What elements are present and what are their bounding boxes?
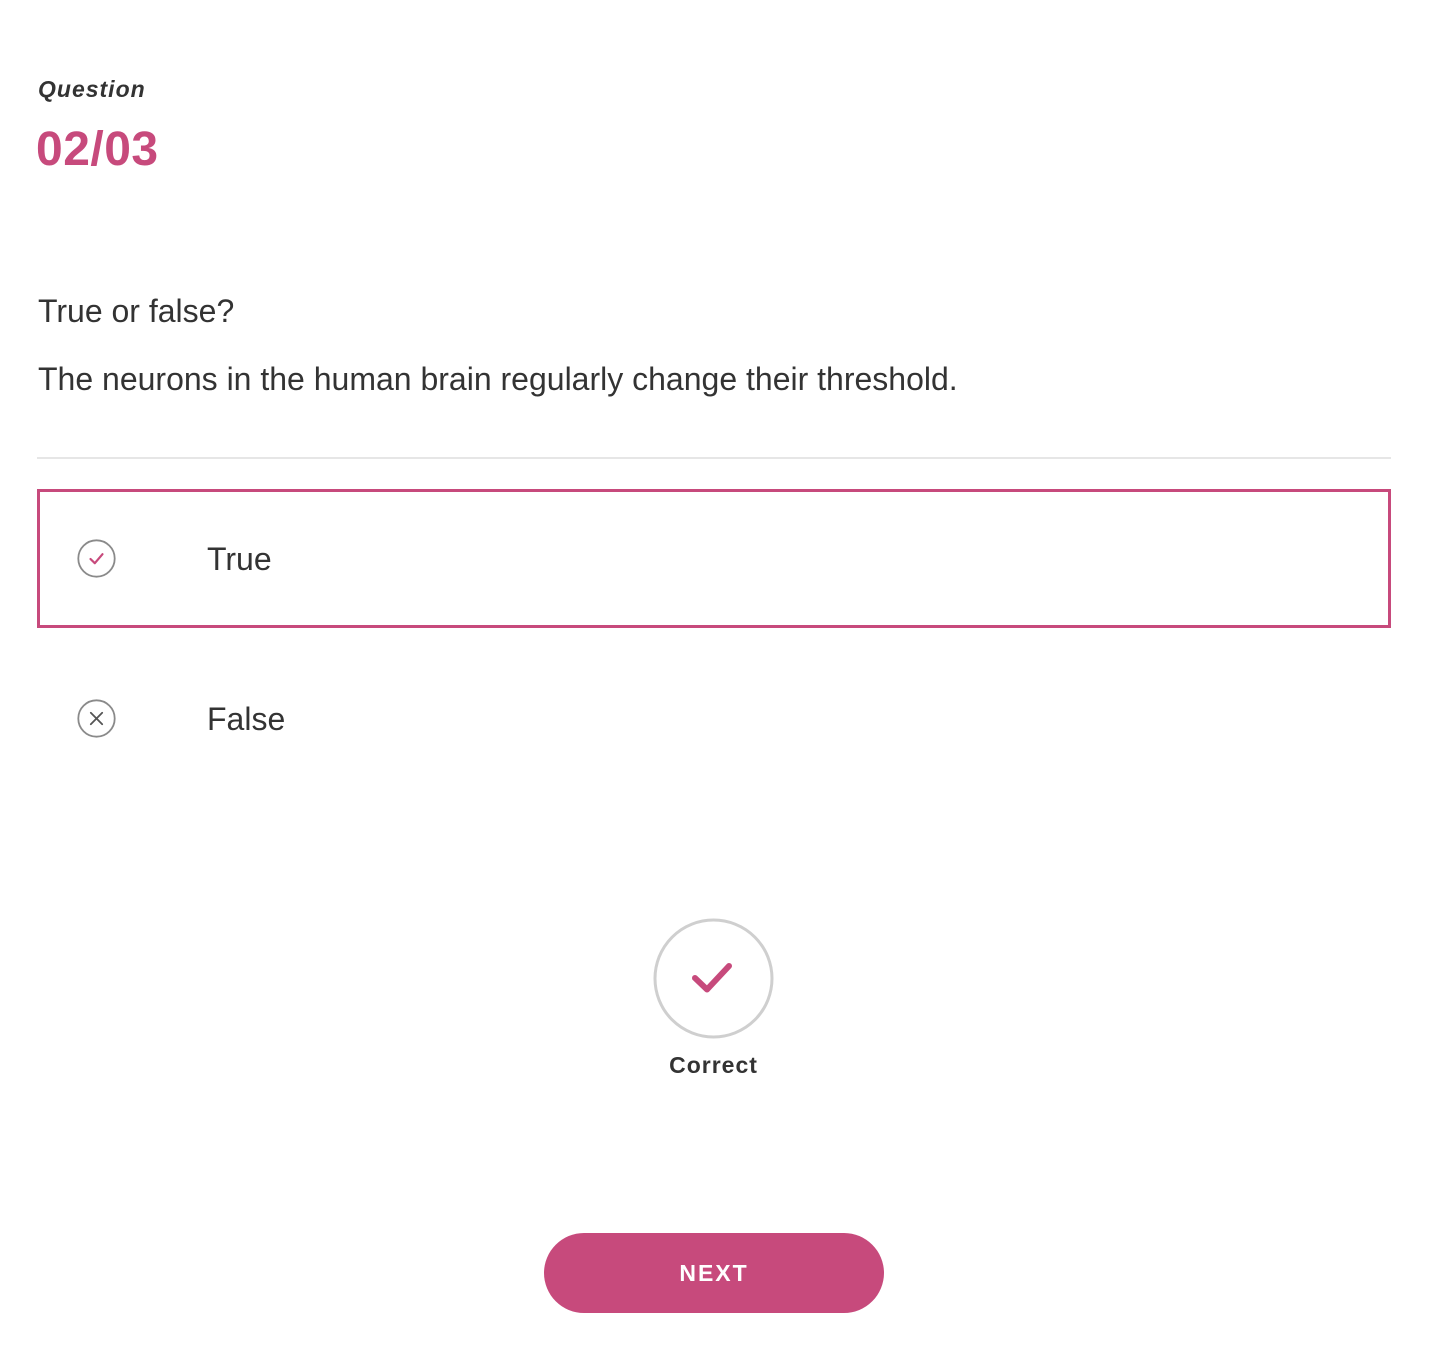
check-circle-icon <box>653 918 774 1039</box>
question-instruction: True or false? <box>38 293 235 329</box>
next-button[interactable]: NEXT <box>544 1233 884 1313</box>
answer-option-false[interactable]: False <box>37 649 1391 788</box>
result-label: Correct <box>669 1052 758 1078</box>
question-statement: The neurons in the human brain regularly… <box>38 361 958 397</box>
question-counter: 02/03 <box>36 123 159 176</box>
question-label: Question <box>38 76 146 102</box>
divider <box>37 457 1391 459</box>
result-indicator: Correct <box>653 918 774 1078</box>
answer-option-true[interactable]: True <box>37 489 1391 628</box>
answer-option-label: True <box>207 541 272 577</box>
x-circle-icon <box>77 699 116 738</box>
answer-option-label: False <box>207 701 286 737</box>
check-circle-icon <box>77 539 116 578</box>
